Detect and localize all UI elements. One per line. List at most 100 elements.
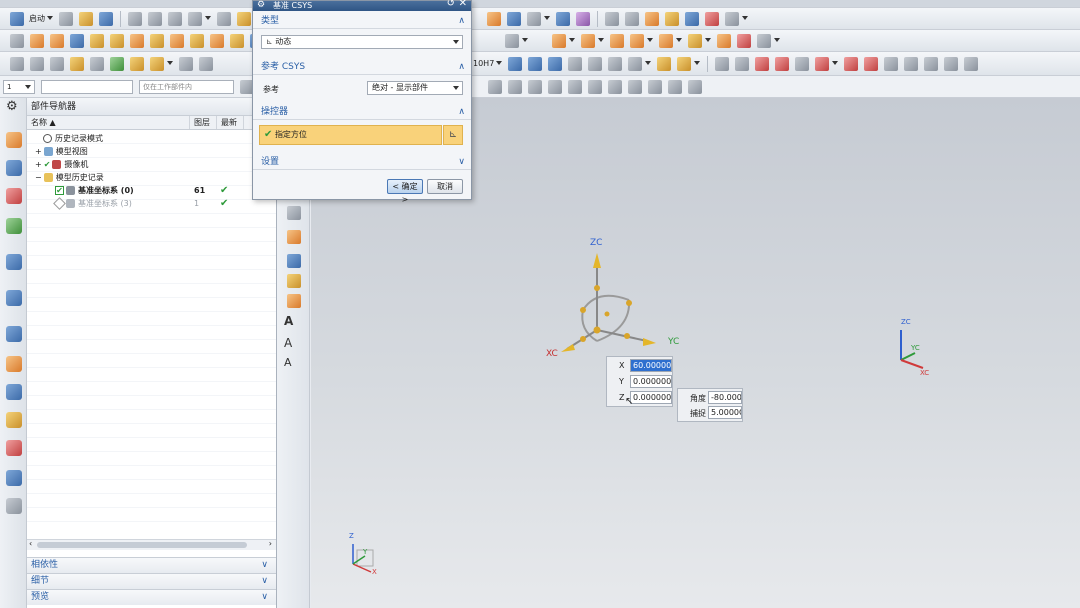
check-icon[interactable]: ✔	[55, 186, 64, 195]
text-size-icon[interactable]: A	[284, 356, 298, 370]
palettes-icon[interactable]	[6, 470, 22, 486]
bridge-icon[interactable]	[608, 56, 623, 71]
play-icon[interactable]	[755, 56, 770, 71]
chevron-up-icon[interactable]: ∧	[458, 104, 465, 120]
chevron-down-icon[interactable]	[47, 16, 53, 21]
scale-icon[interactable]	[688, 33, 702, 48]
quadrant-icon[interactable]	[608, 79, 622, 94]
chevron-down-icon[interactable]	[453, 86, 459, 90]
chevron-down-icon[interactable]	[645, 61, 652, 66]
rotate-handle-xz[interactable]	[604, 311, 610, 317]
chevron-down-icon[interactable]	[598, 38, 604, 43]
render-icon[interactable]	[576, 11, 590, 26]
chevron-up-icon[interactable]: ∧	[458, 13, 465, 29]
specify-orientation-row[interactable]: ✔ 指定方位	[259, 125, 442, 145]
type-select[interactable]: ⊾ 动态	[261, 35, 463, 49]
chevron-down-icon[interactable]	[453, 40, 459, 44]
chevron-down-icon[interactable]: ∨	[261, 590, 268, 605]
sheet-icon[interactable]	[507, 11, 521, 26]
part-navigator-icon[interactable]	[6, 188, 22, 204]
reference-section-header[interactable]: 参考 CSYS ∧	[253, 59, 471, 75]
chevron-down-icon[interactable]: ∨	[261, 574, 268, 589]
slot-icon[interactable]	[170, 33, 184, 48]
collapse-icon[interactable]: −	[35, 173, 42, 182]
start-menu-label[interactable]: 启动	[29, 13, 45, 24]
mid-point-icon[interactable]	[528, 79, 542, 94]
offset-curve-icon[interactable]	[924, 56, 939, 71]
constraint-navigator-icon[interactable]	[6, 160, 22, 176]
web-browser-icon[interactable]	[6, 254, 22, 270]
chevron-down-icon[interactable]	[205, 16, 211, 21]
command-finder-icon[interactable]	[237, 11, 251, 26]
intersect-icon[interactable]	[610, 33, 624, 48]
type-filter-select[interactable]	[41, 79, 133, 94]
chevron-down-icon[interactable]: ∨	[458, 154, 465, 170]
groove-icon[interactable]	[190, 33, 204, 48]
block-icon[interactable]	[70, 33, 84, 48]
angle-field[interactable]: -80.000	[708, 391, 742, 404]
scale-handle[interactable]	[624, 333, 630, 339]
chevron-down-icon[interactable]	[569, 38, 575, 43]
arc-icon[interactable]	[864, 56, 879, 71]
sketch-tool-icon[interactable]	[287, 206, 301, 220]
settings-section-header[interactable]: 设置 ∨	[253, 154, 471, 170]
prev-frame-icon[interactable]	[735, 56, 750, 71]
history-icon[interactable]	[6, 290, 22, 306]
filter-select[interactable]: 1	[3, 79, 35, 94]
coins-icon[interactable]	[657, 56, 672, 71]
save-icon[interactable]	[99, 11, 113, 26]
shell-icon[interactable]	[505, 33, 519, 48]
grid-icon[interactable]	[688, 79, 702, 94]
gear-icon[interactable]: ⚙	[257, 0, 265, 10]
pmi-icon[interactable]	[287, 230, 301, 244]
assembly-navigator-icon[interactable]	[6, 132, 22, 148]
annotation-icon[interactable]: A	[284, 336, 298, 350]
manipulator-section-header[interactable]: 操控器 ∧	[253, 104, 471, 120]
snap-field[interactable]: 5.0000C	[708, 406, 742, 419]
clock-icon[interactable]	[6, 326, 22, 342]
bridge-curve-icon[interactable]	[964, 56, 979, 71]
expand-icon[interactable]: +	[35, 160, 42, 169]
datum-icon[interactable]	[50, 56, 64, 71]
chevron-down-icon[interactable]	[774, 38, 780, 43]
revolve-icon[interactable]	[50, 33, 64, 48]
snap-point-icon[interactable]	[488, 79, 502, 94]
type-section-header[interactable]: 类型 ∧	[253, 13, 471, 29]
edge-blend-icon[interactable]	[757, 33, 771, 48]
process-studio-icon[interactable]	[6, 356, 22, 372]
ruler-icon[interactable]	[725, 11, 739, 26]
control-point-icon[interactable]	[548, 79, 562, 94]
cut-icon[interactable]	[128, 11, 142, 26]
csys-icon[interactable]	[90, 56, 104, 71]
sketch-icon[interactable]	[10, 33, 24, 48]
chevron-down-icon[interactable]	[544, 16, 550, 21]
chevron-down-icon[interactable]	[676, 38, 682, 43]
arc-center-icon[interactable]	[588, 79, 602, 94]
pattern-icon[interactable]	[210, 33, 224, 48]
point-icon[interactable]	[10, 56, 24, 71]
intersection-icon[interactable]	[568, 79, 582, 94]
spline-icon[interactable]	[884, 56, 899, 71]
scale-handle[interactable]	[594, 285, 600, 291]
cancel-button[interactable]: 取消	[427, 179, 463, 194]
column-name[interactable]: 名称 ▲	[27, 116, 190, 129]
unchecked-icon[interactable]	[53, 197, 66, 210]
fast-forward-icon[interactable]	[775, 56, 790, 71]
pencil-icon[interactable]	[199, 56, 213, 71]
chevron-down-icon[interactable]	[694, 61, 701, 66]
close-icon[interactable]: ✕	[459, 0, 467, 9]
undo-icon[interactable]	[188, 11, 202, 26]
horizontal-scrollbar[interactable]: ‹ ›	[27, 539, 276, 550]
reset-icon[interactable]: ↺	[447, 0, 455, 9]
pocket-icon[interactable]	[130, 33, 144, 48]
reuse-library-icon[interactable]	[6, 218, 22, 234]
point-on-curve-icon[interactable]	[648, 79, 662, 94]
scroll-thumb[interactable]	[37, 542, 247, 548]
loft-icon[interactable]	[568, 56, 583, 71]
tree-row[interactable]: − 模型历史记录	[27, 171, 277, 184]
preview-panel[interactable]: 预览 ∨	[27, 589, 276, 605]
manufacturing-wizard-icon[interactable]	[6, 384, 22, 400]
unite-icon[interactable]	[552, 33, 566, 48]
end-point-icon[interactable]	[508, 79, 522, 94]
redo-icon[interactable]	[217, 11, 231, 26]
